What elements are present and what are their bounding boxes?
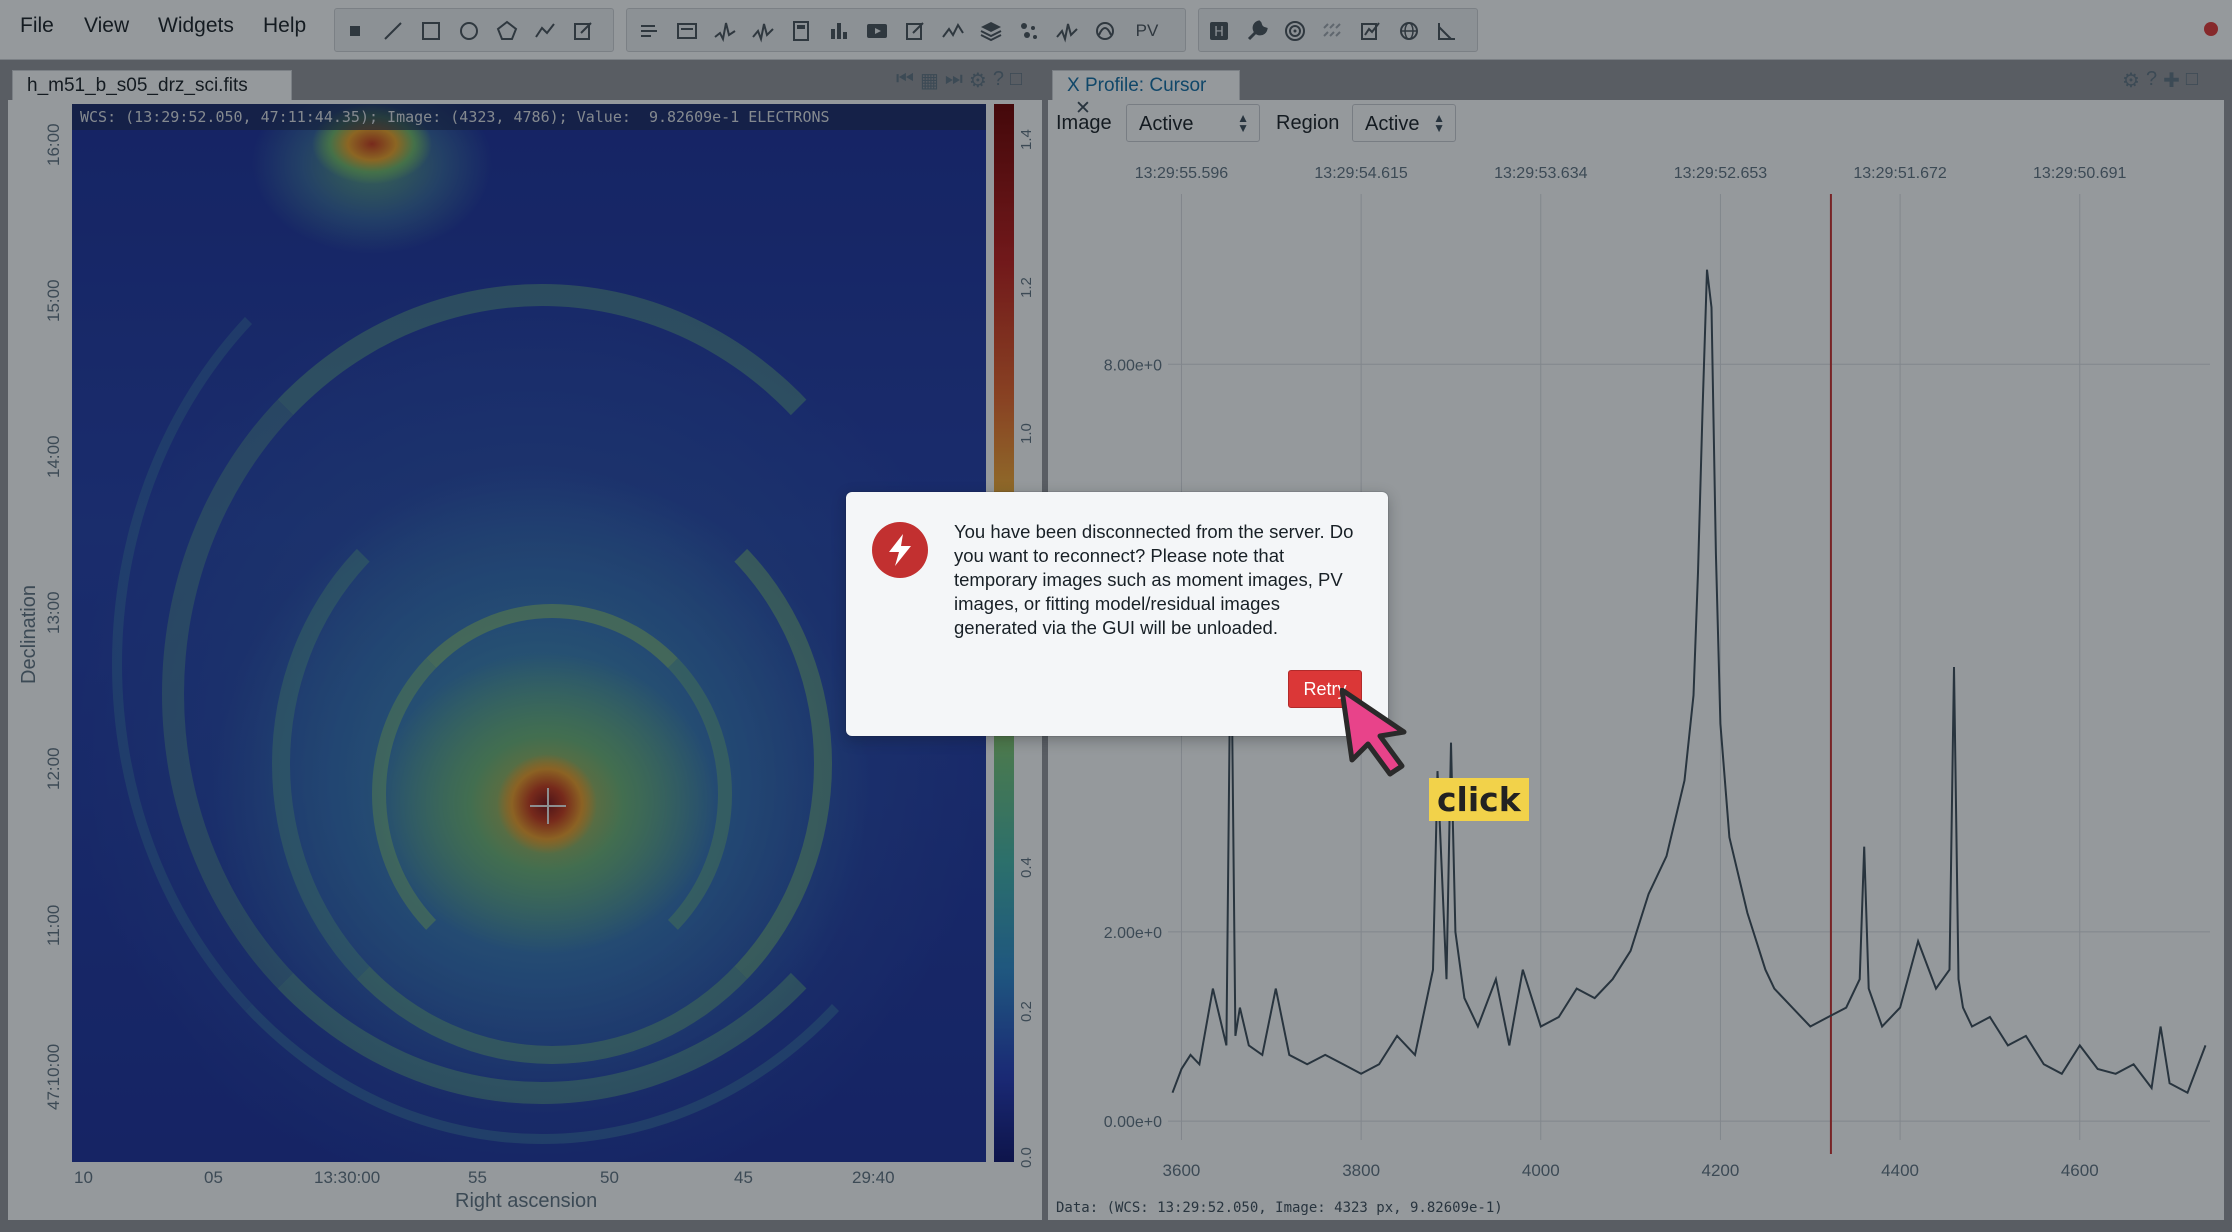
lightning-bolt-icon: [872, 522, 928, 578]
mouse-pointer-icon: [1340, 688, 1407, 777]
click-annotation: click: [1429, 778, 1529, 821]
disconnect-dialog: You have been disconnected from the serv…: [846, 492, 1388, 736]
dialog-message: You have been disconnected from the serv…: [954, 521, 1354, 638]
